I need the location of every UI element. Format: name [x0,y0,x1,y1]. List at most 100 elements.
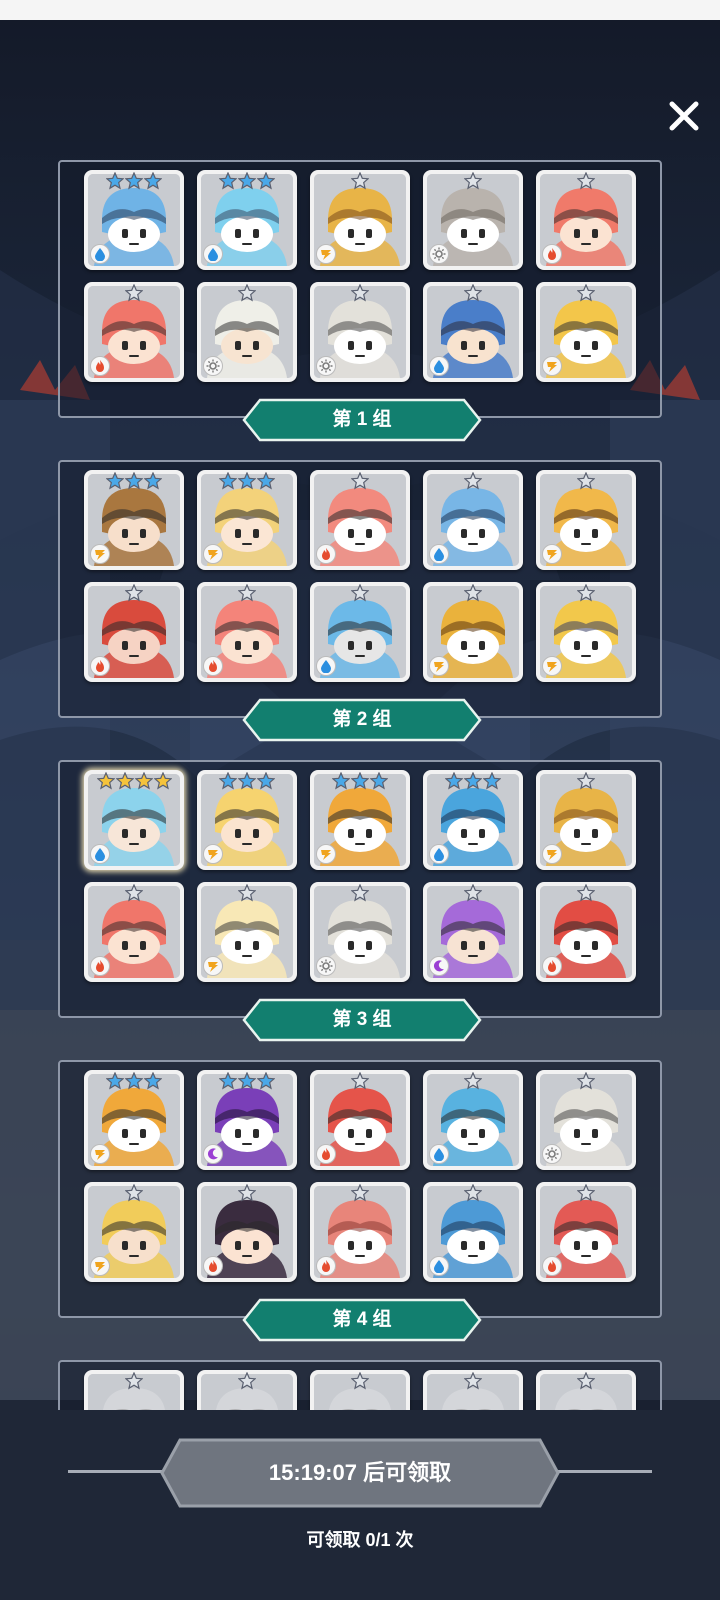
fire-element-icon [203,1256,223,1276]
hero-card[interactable] [84,882,184,982]
star-icon [351,772,369,790]
thunder-element-icon [90,1144,110,1164]
fire-element-icon [316,1144,336,1164]
star-rating [310,284,410,304]
group-label-text: 第 2 组 [332,709,392,730]
hero-card[interactable] [423,1182,523,1282]
star-icon [125,1184,143,1202]
star-icon [219,772,237,790]
star-icon [238,1184,256,1202]
hero-card[interactable] [423,1370,523,1410]
hero-card[interactable] [536,470,636,570]
hero-card[interactable] [84,770,184,870]
water-element-icon [429,356,449,376]
star-rating [536,1072,636,1092]
group-label: 第 3 组 [242,998,482,1042]
dark-element-icon [203,1144,223,1164]
hero-card[interactable] [423,770,523,870]
claim-count: 可领取 0/1 次 [306,1530,414,1550]
star-icon [577,1184,595,1202]
star-icon [96,772,115,790]
star-rating [423,584,523,604]
hero-card[interactable] [197,282,297,382]
hero-card[interactable] [310,170,410,270]
hero-card[interactable] [310,282,410,382]
status-bar [0,0,720,20]
hero-card[interactable] [197,582,297,682]
hero-card[interactable] [197,1370,297,1410]
thunder-element-icon [542,844,562,864]
group-label: 第 2 组 [242,698,482,742]
hero-card[interactable] [536,1182,636,1282]
hero-card[interactable] [84,1070,184,1170]
hero-card[interactable] [536,882,636,982]
close-button[interactable] [664,96,704,136]
thunder-element-icon [316,844,336,864]
hero-group-1: 第 1 组 [58,160,662,442]
star-icon [238,284,256,302]
hero-card[interactable] [197,1070,297,1170]
star-icon [577,772,595,790]
fire-element-icon [316,1256,336,1276]
fire-element-icon [316,544,336,564]
hero-card[interactable] [84,582,184,682]
hero-card[interactable] [423,470,523,570]
star-rating [536,472,636,492]
dark-element-icon [429,956,449,976]
hero-card[interactable] [536,770,636,870]
star-rating [536,284,636,304]
group-label-text: 第 3 组 [332,1009,392,1030]
hero-grid [84,1370,640,1410]
hero-card[interactable] [84,1182,184,1282]
hero-card[interactable] [423,1070,523,1170]
star-rating [197,584,297,604]
star-icon [144,1072,162,1090]
star-icon [464,1184,482,1202]
hero-card[interactable] [310,470,410,570]
claim-timer-button[interactable]: 15:19:07 后可领取 [160,1438,560,1508]
thunder-element-icon [203,844,223,864]
thunder-element-icon [316,244,336,264]
hero-card[interactable] [197,170,297,270]
star-rating [197,1372,297,1392]
divider-right [552,1470,652,1473]
hero-card[interactable] [84,470,184,570]
hero-card[interactable] [84,1370,184,1410]
star-icon [106,472,124,490]
star-icon [219,472,237,490]
hero-card[interactable] [423,282,523,382]
star-icon [464,472,482,490]
hero-card[interactable] [423,170,523,270]
hero-card[interactable] [310,582,410,682]
star-icon [125,1372,143,1390]
hero-card[interactable] [310,882,410,982]
hero-card[interactable] [197,470,297,570]
group-list[interactable]: 第 1 组 第 2 组 第 3 组 第 4 组 [0,140,720,1410]
star-rating [310,1184,410,1204]
hero-card[interactable] [310,770,410,870]
star-rating [197,772,297,792]
hero-card[interactable] [536,1070,636,1170]
hero-card[interactable] [197,1182,297,1282]
hero-card[interactable] [536,282,636,382]
star-icon [125,284,143,302]
hero-card[interactable] [84,282,184,382]
hero-card[interactable] [536,582,636,682]
hero-card[interactable] [536,1370,636,1410]
light-element-icon [429,244,449,264]
hero-card[interactable] [423,582,523,682]
fire-element-icon [203,656,223,676]
hero-card[interactable] [84,170,184,270]
star-icon [464,284,482,302]
hero-card[interactable] [197,882,297,982]
hero-card[interactable] [197,770,297,870]
hero-card[interactable] [536,170,636,270]
footer: 15:19:07 后可领取 可领取 0/1 次 [0,1410,720,1600]
hero-card[interactable] [423,882,523,982]
star-rating [197,172,297,192]
thunder-element-icon [542,656,562,676]
star-rating [536,1184,636,1204]
hero-card[interactable] [310,1182,410,1282]
hero-card[interactable] [310,1370,410,1410]
hero-card[interactable] [310,1070,410,1170]
